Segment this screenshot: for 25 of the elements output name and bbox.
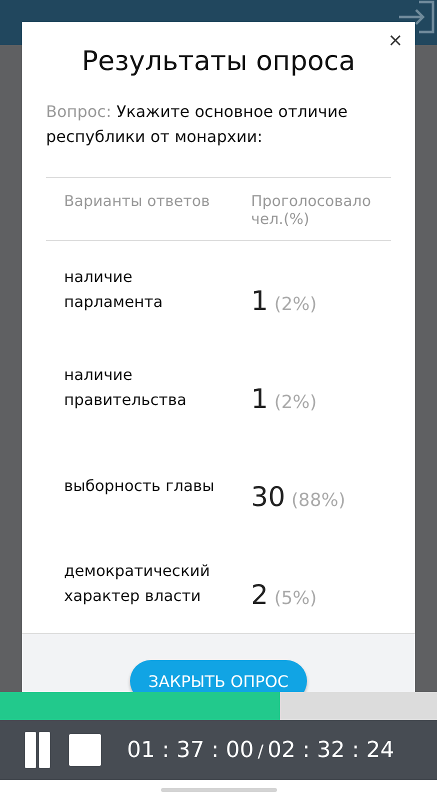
answer-text: наличие правительства <box>64 365 188 411</box>
answer-text: наличие парламента <box>64 267 164 313</box>
vote-percent: (2%) <box>274 294 317 314</box>
answer-text: демократический характер власти <box>64 561 211 607</box>
vote-count: 2 <box>251 580 268 610</box>
answer-text: выборность главы <box>64 476 216 496</box>
close-button[interactable]: × <box>384 28 407 53</box>
dialog-title: Результаты опроса <box>80 46 356 77</box>
exit-icon[interactable] <box>397 0 437 36</box>
home-indicator[interactable] <box>160 788 276 792</box>
column-header: Варианты ответов <box>63 192 211 212</box>
vote-percent: (2%) <box>274 392 317 412</box>
vote-count: 1 <box>251 384 268 414</box>
vote-percent: (88%) <box>291 490 346 510</box>
vote-count: 1 <box>251 286 268 316</box>
vote-count: 30 <box>251 482 286 512</box>
pause-icon[interactable] <box>25 732 51 768</box>
progress-track[interactable] <box>0 692 437 720</box>
total-time: 02 : 32 : 24 <box>268 738 394 762</box>
column-header: Проголосовало чел.(%) <box>250 192 372 228</box>
question-text: Вопрос: Укажите основное отличие республики от монархии: <box>46 101 349 148</box>
stop-icon[interactable] <box>69 734 101 766</box>
elapsed-time: 01 : 37 : 00 <box>127 738 254 762</box>
time-separator: / <box>258 742 264 762</box>
vote-percent: (5%) <box>274 588 317 608</box>
